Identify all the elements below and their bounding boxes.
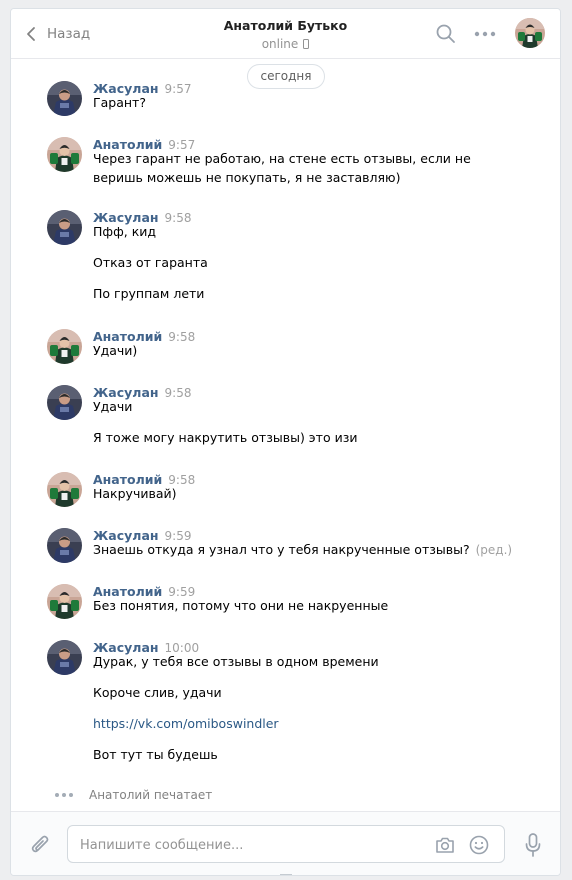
message-link[interactable]: https://vk.com/omiboswindler [93, 716, 279, 731]
chat-header: Назад Анатолий Бутько online [11, 9, 560, 59]
message-text: https://vk.com/omiboswindler [93, 715, 279, 733]
message-text: Дурак, у тебя все отзывы в одном времени [93, 653, 379, 671]
message-text: Через гарант не работаю, на стене есть о… [93, 150, 471, 168]
avatar[interactable] [47, 640, 82, 675]
emoji-icon[interactable] [468, 834, 490, 856]
message-text: веришь можешь не покупать, я не заставля… [93, 169, 400, 187]
message-line: Накручивай) [93, 486, 177, 501]
message-text: Пфф, кид [93, 223, 156, 241]
message-line: Удачи) [93, 343, 138, 358]
mobile-phone-icon [303, 39, 310, 49]
status-text: online [261, 37, 299, 51]
message-history[interactable]: сегодня Жасулан 9:57 Гарант? Анатолий 9:… [11, 60, 560, 811]
message-time[interactable]: 9:57 [165, 82, 192, 96]
message-text: По группам лети [93, 285, 204, 303]
microphone-icon[interactable] [523, 832, 543, 858]
avatar[interactable] [515, 18, 545, 48]
typing-text: Анатолий печатает [89, 788, 213, 802]
message-time[interactable]: 9:58 [168, 330, 195, 344]
message-line: Через гарант не работаю, на стене есть о… [93, 151, 471, 166]
message-line: Отказ от гаранта [93, 255, 208, 270]
search-icon[interactable] [435, 23, 457, 45]
message-text: Я тоже могу накрутить отзывы) это изи [93, 429, 357, 447]
message-line: Без понятия, потому что они не накруенны… [93, 598, 389, 613]
message-text: Накручивай) [93, 485, 176, 503]
message-text: Вот тут ты будешь [93, 746, 218, 764]
avatar[interactable] [47, 472, 82, 507]
typing-dots-icon [55, 793, 73, 797]
message-time[interactable]: 9:58 [165, 386, 192, 400]
message-line: Гарант? [93, 95, 146, 110]
message-line: веришь можешь не покупать, я не заставля… [93, 170, 401, 185]
message-time[interactable]: 9:58 [165, 211, 192, 225]
resize-handle[interactable] [280, 874, 292, 875]
avatar[interactable] [47, 81, 82, 116]
typing-indicator: Анатолий печатает [55, 788, 212, 802]
message-text: Без понятия, потому что они не накруенны… [93, 597, 388, 615]
composer [11, 811, 560, 875]
message-text: Короче слив, удачи [93, 684, 222, 702]
avatar[interactable] [47, 528, 82, 563]
message-text: Отказ от гаранта [93, 254, 208, 272]
message-line: Знаешь откуда я узнал что у тебя накруче… [93, 542, 470, 557]
message-line: Я тоже могу накрутить отзывы) это изи [93, 430, 358, 445]
message-text: Удачи) [93, 342, 137, 360]
message-text: Гарант? [93, 94, 146, 112]
message-line: По группам лети [93, 286, 205, 301]
message-line: Короче слив, удачи [93, 685, 222, 700]
message-text: Удачи [93, 398, 132, 416]
message-text: Знаешь откуда я узнал что у тебя накруче… [93, 541, 512, 559]
avatar[interactable] [47, 385, 82, 420]
paperclip-icon[interactable] [27, 832, 53, 858]
message-input-box[interactable] [67, 825, 505, 863]
message-line: Пфф, кид [93, 224, 157, 239]
message-input[interactable] [80, 835, 420, 855]
message-line: Удачи [93, 399, 133, 414]
avatar[interactable] [47, 584, 82, 619]
avatar[interactable] [47, 210, 82, 245]
message-line: Вот тут ты будешь [93, 747, 218, 762]
message-line: Дурак, у тебя все отзывы в одном времени [93, 654, 379, 669]
chat-window: Назад Анатолий Бутько online сегодня Жас… [10, 8, 561, 876]
date-divider: сегодня [247, 64, 325, 89]
avatar[interactable] [47, 137, 82, 172]
camera-icon[interactable] [434, 834, 456, 856]
more-icon[interactable] [473, 23, 497, 45]
avatar[interactable] [47, 329, 82, 364]
edited-label: (ред.) [475, 543, 513, 557]
